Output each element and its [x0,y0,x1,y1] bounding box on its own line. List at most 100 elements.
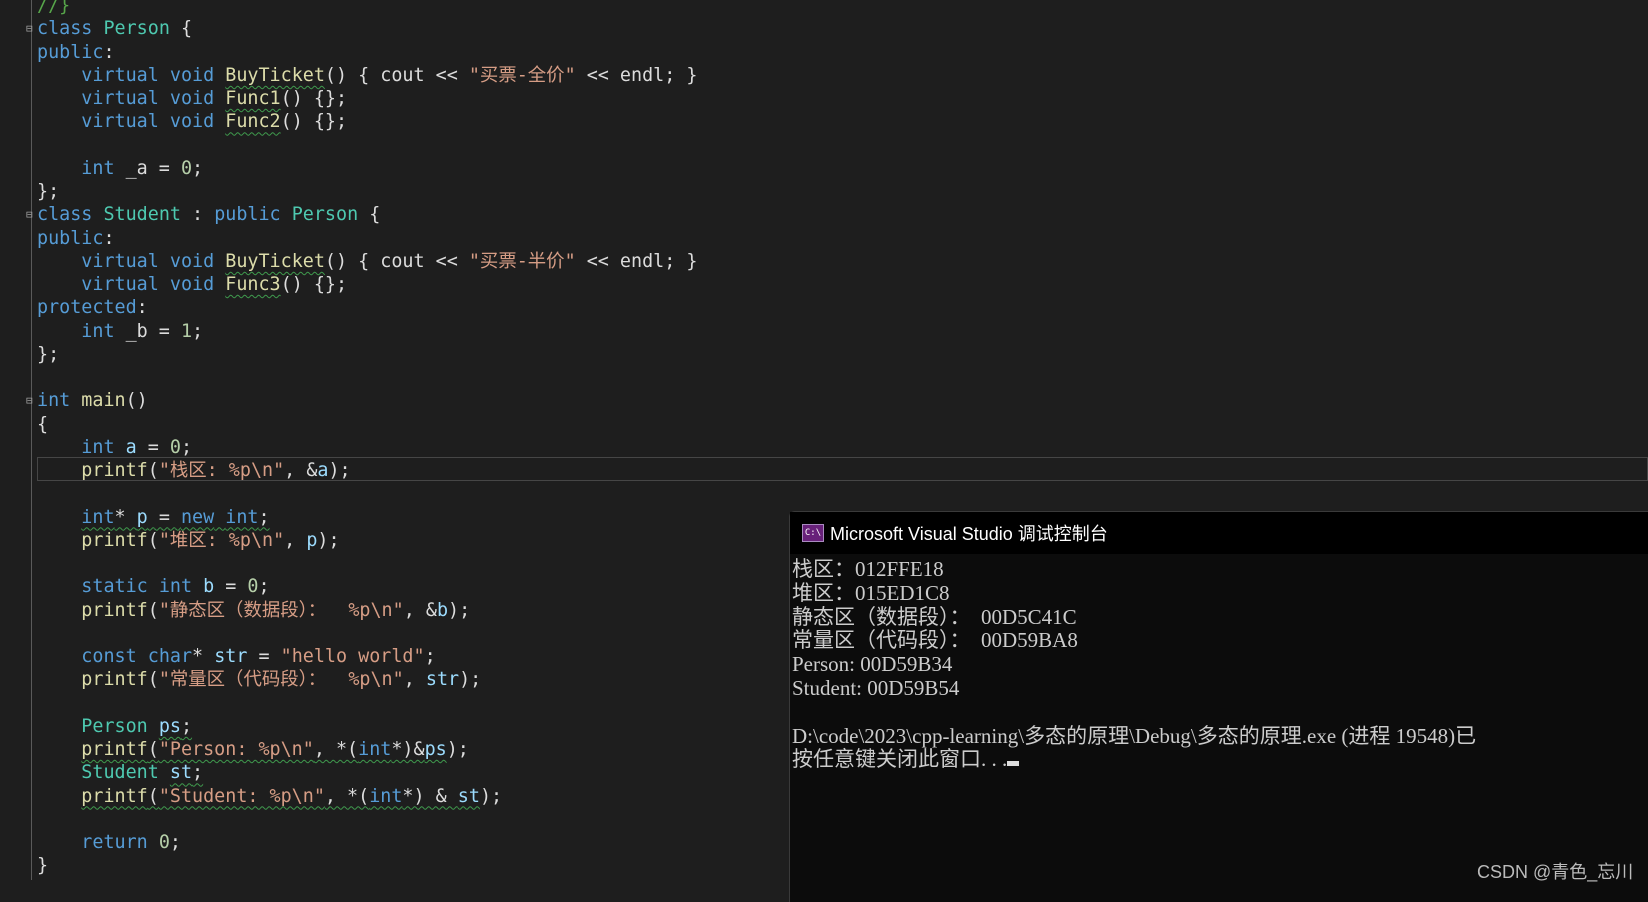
code-token: ); [328,460,351,481]
code-line[interactable]: static int b = 0; [37,575,697,598]
code-token: 0 [247,576,259,598]
code-token: << endl; } [575,64,698,86]
code-line[interactable]: int _a = 0; [37,157,697,180]
code-line[interactable]: printf("堆区: %p\n", p); [37,529,697,552]
code-token: void [169,64,215,86]
code-line[interactable]: ⊟ class Person { [26,17,697,40]
code-token: virtual [81,274,159,295]
code-token: : [136,297,148,319]
code-line[interactable]: } [37,854,697,877]
console-line-text: 堆区：015ED1C8 [792,580,950,605]
console-line: 按任意键关闭此窗口. . . [792,747,1648,772]
code-token: public [37,227,104,249]
code-line[interactable]: return 0; [37,831,697,854]
code-token: "Person: %p\n" [158,739,314,760]
debug-console-window[interactable]: C:\ Microsoft Visual Studio 调试控制台 栈区：012… [789,511,1648,902]
code-token: int [369,785,403,807]
console-line-text: 静态区（数据段）： 00D5C41C [792,604,1077,629]
code-line[interactable]: virtual void Func1() {}; [37,87,697,110]
console-line-text: 常量区（代码段）： 00D59BA8 [792,628,1078,653]
code-line[interactable] [37,482,697,505]
code-line[interactable] [37,622,697,645]
code-line[interactable]: ⊟ int main() [26,389,697,412]
code-line[interactable]: printf("Person: %p\n", *(int*)&ps); [37,738,697,761]
code-line[interactable]: //} [37,0,697,17]
code-line[interactable]: public: [37,41,697,64]
code-token: = [147,506,181,528]
code-token: ; [192,157,204,179]
code-line[interactable]: }; [37,343,697,366]
console-title-bar[interactable]: C:\ Microsoft Visual Studio 调试控制台 [790,512,1648,554]
code-token: p [306,529,318,551]
code-token: void [169,88,215,109]
code-line[interactable]: protected: [37,296,697,319]
code-line[interactable]: virtual void Func3() {}; [37,273,697,296]
code-token: , [403,669,426,691]
code-token: = [247,646,281,667]
code-line[interactable]: printf("Student: %p\n", *(int*) & st); [37,785,697,808]
code-token: public [37,41,104,63]
code-token: { [37,413,49,435]
code-line[interactable] [37,692,697,715]
code-token: "hello world" [280,646,425,667]
code-token: int [225,506,259,528]
code-token: ( [147,785,159,807]
code-line[interactable]: int* p = new int; [37,506,697,529]
code-token: return [81,832,148,853]
code-token: virtual [81,250,159,272]
code-token: ps [158,715,181,737]
code-token: //} [37,0,71,16]
code-token: = [214,576,248,598]
fold-toggle-icon[interactable]: ⊟ [26,389,33,412]
code-token: _a = [114,157,181,179]
code-line[interactable] [37,552,697,575]
code-line[interactable]: int a = 0; [37,436,697,459]
console-line-text: 按任意键关闭此窗口. . . [792,747,1008,772]
code-line[interactable] [37,366,697,389]
code-line[interactable]: Student st; [37,761,697,784]
console-output: 栈区：012FFE18 堆区：015ED1C8 静态区（数据段）： 00D5C41C… [790,554,1648,772]
code-line[interactable]: }; [37,180,697,203]
code-line[interactable]: printf("栈区: %p\n", &a); [37,459,697,482]
code-line[interactable]: printf("常量区（代码段）： %p\n", str); [37,668,697,691]
code-line[interactable]: Person ps; [37,715,697,738]
code-token: _b = [114,320,181,342]
code-token: virtual [81,111,159,133]
fold-toggle-icon[interactable]: ⊟ [26,203,33,226]
console-line: Student: 00D59B54 [792,676,1648,701]
code-token: ( [147,669,159,691]
code-line[interactable]: virtual void BuyTicket() { cout << "买票-半… [37,250,697,273]
code-token: Person [103,18,170,40]
code-token: "Student: %p\n" [158,785,325,807]
fold-toggle-icon[interactable]: ⊟ [26,17,33,40]
code-line[interactable]: ⊟ class Student : public Person { [26,203,697,226]
code-line[interactable]: int _b = 1; [37,320,697,343]
code-line[interactable]: { [37,413,697,436]
code-token: b [203,576,215,598]
code-token: void [169,274,215,295]
code-area[interactable]: //} ⊟ class Person {public: virtual void B… [26,0,697,878]
code-token: () {}; [280,88,348,109]
code-line[interactable]: virtual void Func2() {}; [37,110,697,133]
code-token: }; [37,181,60,202]
code-token: p [136,506,148,528]
code-line[interactable] [37,808,697,831]
code-line[interactable]: printf("静态区（数据段）： %p\n", &b); [37,599,697,622]
code-line[interactable]: virtual void BuyTicket() { cout << "买票-全… [37,64,697,87]
code-token: ( [147,739,159,760]
code-token: *) & [402,785,458,807]
code-line[interactable] [37,134,697,157]
code-line[interactable]: const char* str = "hello world"; [37,645,697,668]
code-line[interactable]: public: [37,227,697,250]
